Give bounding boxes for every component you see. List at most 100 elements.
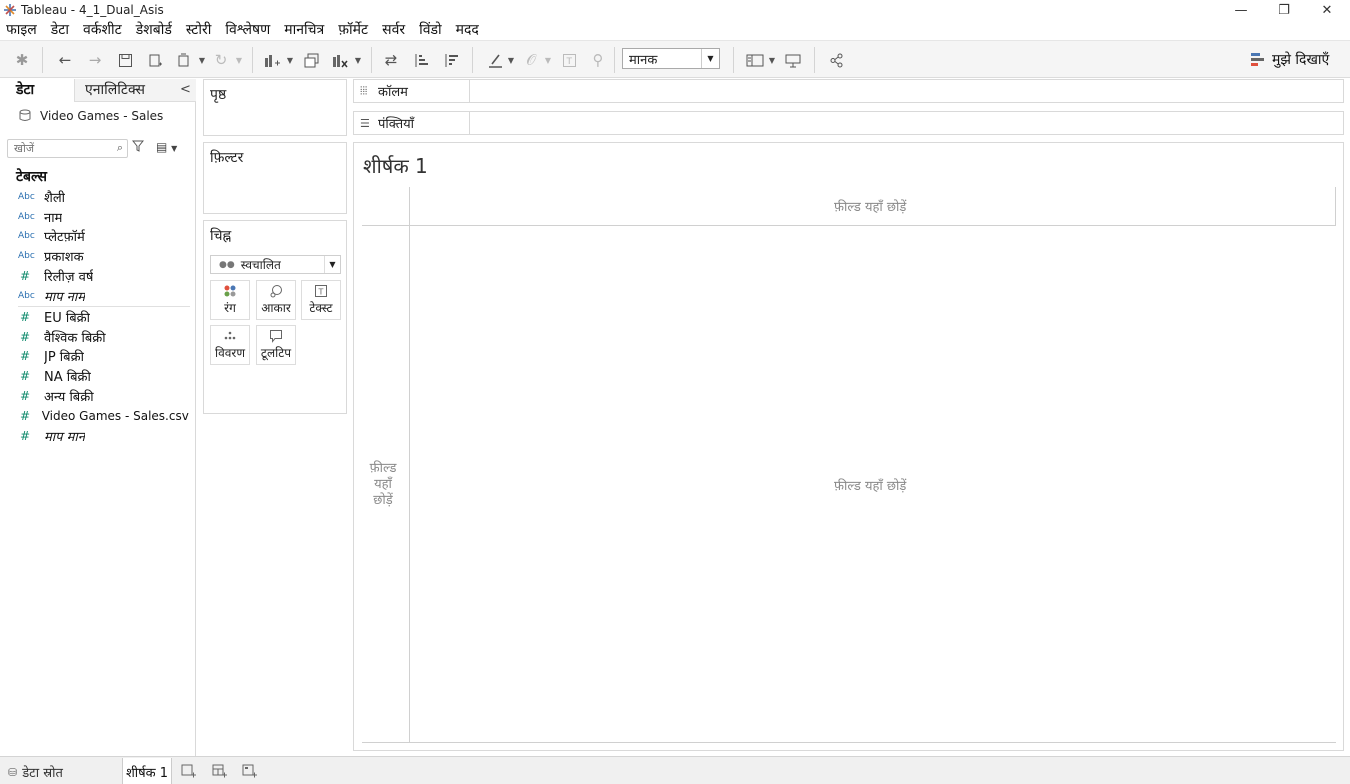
number-type-icon: # — [20, 349, 31, 363]
sort-descending-icon[interactable] — [440, 49, 462, 71]
menu-story[interactable]: स्टोरी — [186, 20, 211, 40]
show-mark-labels-icon[interactable]: T — [558, 49, 580, 71]
save-icon[interactable] — [114, 49, 136, 71]
size-button[interactable]: आकार — [256, 280, 296, 320]
marks-card-title: चिह्न — [210, 228, 232, 244]
rows-shelf[interactable]: ☰ पंक्तियाँ — [353, 111, 1344, 135]
field-item[interactable]: Abc प्रकाशक — [18, 246, 193, 266]
view-divider — [1335, 187, 1336, 225]
field-item[interactable]: Abc प्लेटफ़ॉर्म — [18, 226, 193, 246]
tab-analytics[interactable]: एनालिटिक्स — [74, 79, 196, 102]
mark-type-value: स्वचालित — [240, 258, 281, 272]
filter-icon[interactable] — [131, 140, 145, 156]
chevron-down-icon[interactable]: ▼ — [285, 49, 295, 71]
sheet-title[interactable]: शीर्षक 1 — [363, 152, 428, 179]
tab-data[interactable]: डेटा — [0, 79, 72, 102]
menu-server[interactable]: सर्वर — [382, 20, 405, 40]
menu-help[interactable]: मदद — [456, 20, 479, 40]
chevron-down-icon[interactable]: ▼ — [353, 49, 363, 71]
menu-map[interactable]: मानचित्र — [284, 20, 324, 40]
main-drop-zone[interactable]: फ़ील्ड यहाँ छोड़ें — [834, 476, 906, 494]
field-item[interactable]: # Video Games - Sales.csv (... — [18, 406, 193, 426]
redo-icon[interactable]: → — [84, 49, 106, 71]
sort-ascending-icon[interactable] — [410, 49, 432, 71]
show-me-button[interactable]: मुझे दिखाएँ — [1250, 48, 1329, 70]
menu-analysis[interactable]: विश्लेषण — [225, 20, 270, 40]
number-type-icon: # — [20, 389, 31, 403]
field-item[interactable]: Abc नाम — [18, 207, 193, 227]
row-drop-zone[interactable]: फ़ील्ड यहाँ छोड़ें — [362, 461, 404, 509]
new-story-tab-icon[interactable] — [242, 764, 258, 781]
sheet-tab[interactable]: शीर्षक 1 — [122, 758, 172, 784]
new-dashboard-tab-icon[interactable] — [212, 764, 228, 781]
minimize-button[interactable]: — — [1219, 0, 1263, 20]
menu-data[interactable]: डेटा — [51, 20, 69, 40]
chevron-down-icon[interactable]: ▼ — [506, 49, 516, 71]
field-item[interactable]: # NA बिक्री — [18, 366, 193, 386]
duplicate-sheet-icon[interactable] — [300, 49, 322, 71]
share-icon[interactable] — [825, 49, 847, 71]
columns-shelf[interactable]: ⦙⦙⦙ कॉलम — [353, 79, 1344, 103]
tooltip-button[interactable]: टूलटिप — [256, 325, 296, 365]
datasource-tab[interactable]: ⛁ डेटा स्रोत — [8, 763, 63, 782]
pages-card[interactable]: पृष्ठ — [203, 79, 347, 136]
menu-worksheet[interactable]: वर्कशीट — [83, 20, 122, 40]
restore-button[interactable]: ❐ — [1262, 0, 1306, 20]
highlight-icon[interactable] — [484, 49, 506, 71]
new-data-source-icon[interactable] — [144, 49, 166, 71]
rows-label: पंक्तियाँ — [378, 117, 415, 132]
fit-dropdown[interactable]: मानक ▼ — [622, 48, 720, 69]
search-field[interactable]: ⌕ — [7, 139, 128, 158]
chevron-down-icon[interactable]: ▼ — [197, 49, 207, 71]
column-drop-zone[interactable]: फ़ील्ड यहाँ छोड़ें — [834, 197, 906, 215]
field-item[interactable]: Abc माप नाम — [18, 286, 193, 306]
close-window-button[interactable]: ✕ — [1305, 0, 1349, 20]
group-members-icon[interactable]: 𝒪 — [520, 49, 542, 71]
mark-type-icon: ●● — [219, 259, 235, 270]
new-worksheet-icon[interactable] — [261, 49, 283, 71]
sheet-tab-bar: ⛁ डेटा स्रोत शीर्षक 1 — [0, 756, 1350, 784]
chevron-down-icon[interactable]: ▼ — [543, 49, 553, 71]
fix-axes-icon[interactable]: ⚲ — [587, 49, 609, 71]
field-item[interactable]: Abc शैली — [18, 187, 193, 207]
string-type-icon: Abc — [18, 212, 35, 222]
field-item[interactable]: # रिलीज़ वर्ष — [18, 266, 193, 286]
field-item[interactable]: # JP बिक्री — [18, 346, 193, 366]
menu-dashboard[interactable]: डेशबोर्ड — [136, 20, 172, 40]
chevron-down-icon[interactable]: ▼ — [767, 49, 777, 71]
clear-sheet-icon[interactable] — [329, 49, 351, 71]
field-item[interactable]: # अन्य बिक्री — [18, 386, 193, 406]
show-cards-icon[interactable] — [744, 49, 766, 71]
presentation-mode-icon[interactable] — [782, 49, 804, 71]
mark-type-dropdown[interactable]: ●● स्वचालित ▼ — [210, 255, 341, 274]
undo-icon[interactable]: ← — [54, 49, 76, 71]
refresh-icon[interactable]: ↻ — [210, 49, 232, 71]
chevron-down-icon[interactable]: ▼ — [234, 49, 244, 71]
field-item[interactable]: # माप मान — [18, 426, 193, 446]
view-options-icon[interactable]: ▤ ▼ — [156, 140, 177, 154]
new-worksheet-tab-icon[interactable] — [181, 764, 197, 781]
view-divider — [362, 742, 1336, 743]
menu-window[interactable]: विंडो — [419, 20, 442, 40]
filters-card[interactable]: फ़िल्टर — [203, 142, 347, 214]
svg-text:T: T — [565, 57, 572, 67]
size-icon — [269, 284, 283, 299]
field-item[interactable]: # वैश्विक बिक्री — [18, 327, 193, 347]
text-icon: T — [314, 284, 328, 299]
collapse-pane-icon[interactable]: < — [180, 82, 191, 97]
detail-button[interactable]: विवरण — [210, 325, 250, 365]
view-divider — [409, 187, 410, 743]
datasource-icon — [19, 109, 31, 121]
swap-rows-columns-icon[interactable]: ⇄ — [380, 49, 402, 71]
search-input[interactable] — [8, 140, 108, 157]
tableau-home-icon[interactable]: ✱ — [12, 49, 32, 71]
columns-icon: ⦙⦙⦙ — [360, 84, 368, 97]
color-button[interactable]: रंग — [210, 280, 250, 320]
pause-updates-icon[interactable] — [174, 49, 194, 71]
datasource-name: Video Games - Sales — [40, 109, 164, 123]
menu-format[interactable]: फ़ॉर्मेट — [338, 20, 368, 40]
text-button[interactable]: T टेक्स्ट — [301, 280, 341, 320]
datasource-item[interactable]: Video Games - Sales — [18, 107, 163, 125]
menu-file[interactable]: फाइल — [6, 20, 37, 40]
field-item[interactable]: # EU बिक्री — [18, 307, 193, 327]
